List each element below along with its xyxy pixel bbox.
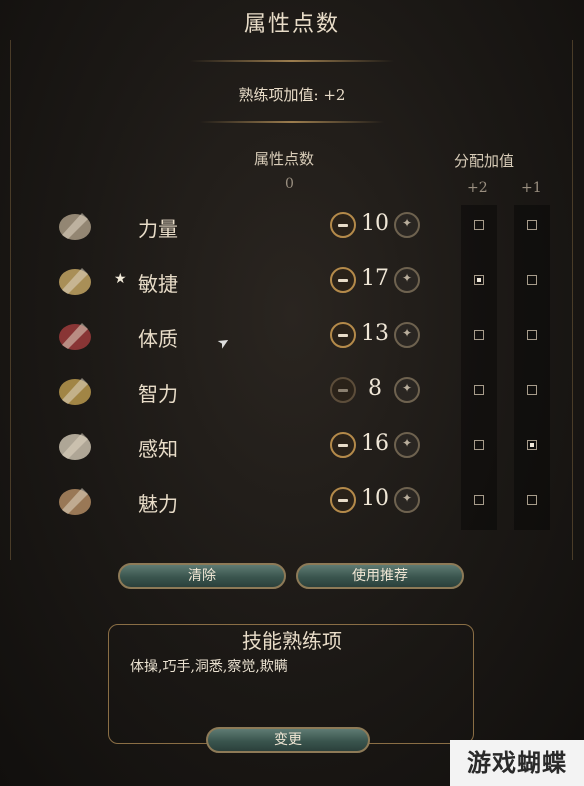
change-button[interactable]: 变更 [206, 727, 370, 753]
points-remaining: 0 [285, 176, 294, 192]
decrease-button[interactable] [330, 377, 356, 403]
ability-scores-panel: 属性点数 熟练项加值: +2 属性点数 0 分配加值 +2 +1 力量 10 ★ 敏捷… [0, 0, 584, 786]
proficiency-bonus-label: 熟练项加值: +2 [238, 86, 346, 104]
plus1-column-label: +1 [521, 180, 542, 196]
plus1-checkbox[interactable] [527, 275, 537, 285]
ability-name: 体质 [138, 327, 178, 351]
increase-button[interactable] [394, 267, 420, 293]
allocate-header: 分配加值 [454, 152, 515, 170]
decrease-button[interactable] [330, 487, 356, 513]
strength-arm-icon [52, 205, 98, 245]
ability-value: 13 [361, 321, 389, 346]
ability-value: 17 [361, 266, 389, 291]
plus2-checkbox[interactable] [474, 440, 484, 450]
increase-button[interactable] [394, 377, 420, 403]
wisdom-scroll-icon [52, 425, 98, 465]
increase-button[interactable] [394, 212, 420, 238]
title-ornament-bottom [200, 121, 384, 123]
ability-name: 智力 [138, 382, 178, 406]
ability-value: 8 [368, 376, 382, 401]
ability-value: 16 [361, 431, 389, 456]
skill-proficiencies-title: 技能熟练项 [242, 629, 342, 653]
primary-ability-star-icon: ★ [114, 271, 127, 287]
watermark-logo: 游戏蝴蝶 [450, 740, 584, 786]
ability-name: 力量 [138, 217, 178, 241]
ability-row: ★ 敏捷 17 [0, 256, 584, 306]
constitution-heart-icon [52, 315, 98, 355]
plus2-checkbox[interactable] [474, 385, 484, 395]
plus1-checkbox[interactable] [527, 220, 537, 230]
ability-value: 10 [361, 486, 389, 511]
charisma-hand-icon [52, 480, 98, 520]
increase-button[interactable] [394, 487, 420, 513]
ability-name: 魅力 [138, 492, 178, 516]
intelligence-book-icon [52, 370, 98, 410]
ability-name: 敏捷 [138, 272, 178, 296]
plus2-column-label: +2 [467, 180, 488, 196]
skill-proficiencies-list: 体操,巧手,洞悉,察觉,欺瞒 [130, 659, 288, 675]
plus2-checkbox[interactable] [474, 330, 484, 340]
ability-row: 力量 10 [0, 201, 584, 251]
plus2-checkbox[interactable] [474, 275, 484, 285]
increase-button[interactable] [394, 432, 420, 458]
plus1-checkbox[interactable] [527, 440, 537, 450]
dexterity-boot-icon [52, 260, 98, 300]
plus2-checkbox[interactable] [474, 495, 484, 505]
title-ornament-top [190, 60, 394, 62]
points-header: 属性点数 [254, 150, 315, 168]
ability-value: 10 [361, 211, 389, 236]
increase-button[interactable] [394, 322, 420, 348]
decrease-button[interactable] [330, 432, 356, 458]
plus2-checkbox[interactable] [474, 220, 484, 230]
ability-row: 感知 16 [0, 421, 584, 471]
decrease-button[interactable] [330, 322, 356, 348]
panel-title: 属性点数 [243, 12, 340, 37]
decrease-button[interactable] [330, 267, 356, 293]
plus1-checkbox[interactable] [527, 385, 537, 395]
ability-name: 感知 [138, 437, 178, 461]
plus1-checkbox[interactable] [527, 495, 537, 505]
decrease-button[interactable] [330, 212, 356, 238]
use-recommended-button[interactable]: 使用推荐 [296, 563, 464, 589]
ability-row: 智力 8 [0, 366, 584, 416]
clear-button[interactable]: 清除 [118, 563, 286, 589]
ability-row: 魅力 10 [0, 476, 584, 526]
ability-row: 体质 13 [0, 311, 584, 361]
plus1-checkbox[interactable] [527, 330, 537, 340]
